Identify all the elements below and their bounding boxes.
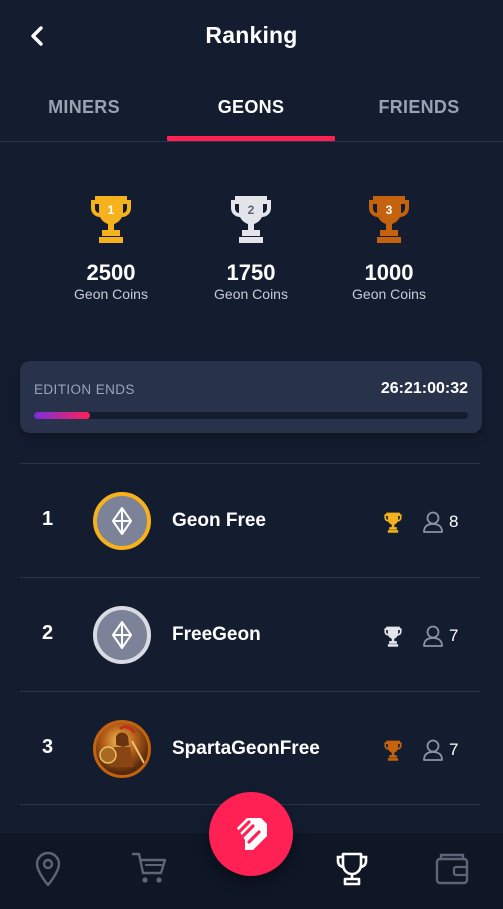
trophy-gold-icon: 1 [91, 196, 131, 243]
ranking-list: 1 Geon Free 8 2 FreeGeon 7 3 SpartaGeonF… [20, 463, 480, 805]
ranking-row[interactable]: 3 SpartaGeonFree 7 [20, 691, 480, 805]
trophy-icon [336, 852, 368, 886]
rank-number: 2 [42, 622, 54, 644]
wallet-icon [435, 853, 469, 885]
tab-geons[interactable]: GEONS [167, 84, 335, 142]
avatar [93, 720, 151, 778]
active-tab-indicator [167, 136, 335, 141]
user-icon [423, 739, 443, 761]
ranking-row[interactable]: 2 FreeGeon 7 [20, 577, 480, 691]
geon-diamond-icon [112, 621, 132, 649]
miner-count: 7 [449, 740, 459, 759]
trophy-bronze-icon [384, 740, 402, 761]
tab-miners[interactable]: MINERS [0, 84, 168, 142]
prize-place-label: 2 [248, 203, 255, 217]
tab-bar: MINERS GEONS FRIENDS [0, 84, 503, 142]
geon-logo-icon [237, 818, 267, 850]
prize-unit: Geon Coins [352, 286, 426, 302]
nav-shop[interactable] [131, 851, 167, 890]
rank-number: 1 [42, 508, 54, 530]
nav-ranking[interactable] [335, 851, 369, 892]
prize-amount: 2500 [86, 260, 136, 285]
edition-label: EDITION ENDS [34, 382, 135, 397]
prize-third: 3 1000 Geon Coins [329, 190, 449, 302]
trophy-silver-icon [384, 626, 402, 647]
player-name: FreeGeon [172, 624, 261, 645]
miner-count: 7 [449, 626, 459, 645]
trophy-silver-icon: 2 [231, 196, 271, 243]
user-icon [423, 625, 443, 647]
trophy-bronze-icon: 3 [369, 196, 409, 243]
page-title: Ranking [205, 22, 298, 48]
prize-amount: 1750 [226, 260, 276, 285]
prize-first: 1 2500 Geon Coins [51, 190, 171, 302]
prize-second: 2 1750 Geon Coins [191, 190, 311, 302]
edition-countdown: 26:21:00:32 [380, 380, 468, 397]
nav-wallet[interactable] [434, 851, 470, 890]
tab-friends[interactable]: FRIENDS [335, 84, 503, 142]
prize-place-label: 3 [386, 203, 393, 217]
prize-podium: 1 2500 Geon Coins 2 1750 Geon Coins 3 10… [0, 190, 503, 320]
miner-count: 8 [449, 512, 459, 531]
user-icon [423, 511, 443, 533]
cart-icon [131, 852, 167, 883]
spartan-warrior-image [99, 725, 145, 767]
player-name: Geon Free [172, 510, 266, 531]
prize-amount: 1000 [364, 260, 414, 285]
location-pin-icon [35, 851, 61, 887]
avatar [93, 492, 151, 550]
edition-progress-fill [34, 412, 91, 419]
nav-map[interactable] [33, 851, 63, 892]
avatar [93, 606, 151, 664]
prize-unit: Geon Coins [214, 286, 288, 302]
edition-progress-bar [34, 412, 468, 419]
player-name: SpartaGeonFree [172, 738, 320, 759]
trophy-gold-icon [384, 512, 402, 533]
geon-diamond-icon [112, 507, 132, 535]
edition-card: EDITION ENDS 26:21:00:32 [20, 361, 482, 433]
prize-unit: Geon Coins [74, 286, 148, 302]
ranking-row[interactable]: 1 Geon Free 8 [20, 463, 480, 577]
rank-number: 3 [42, 736, 54, 758]
prize-place-label: 1 [108, 203, 115, 217]
geon-action-button[interactable] [209, 792, 293, 876]
header: Ranking [0, 0, 503, 72]
